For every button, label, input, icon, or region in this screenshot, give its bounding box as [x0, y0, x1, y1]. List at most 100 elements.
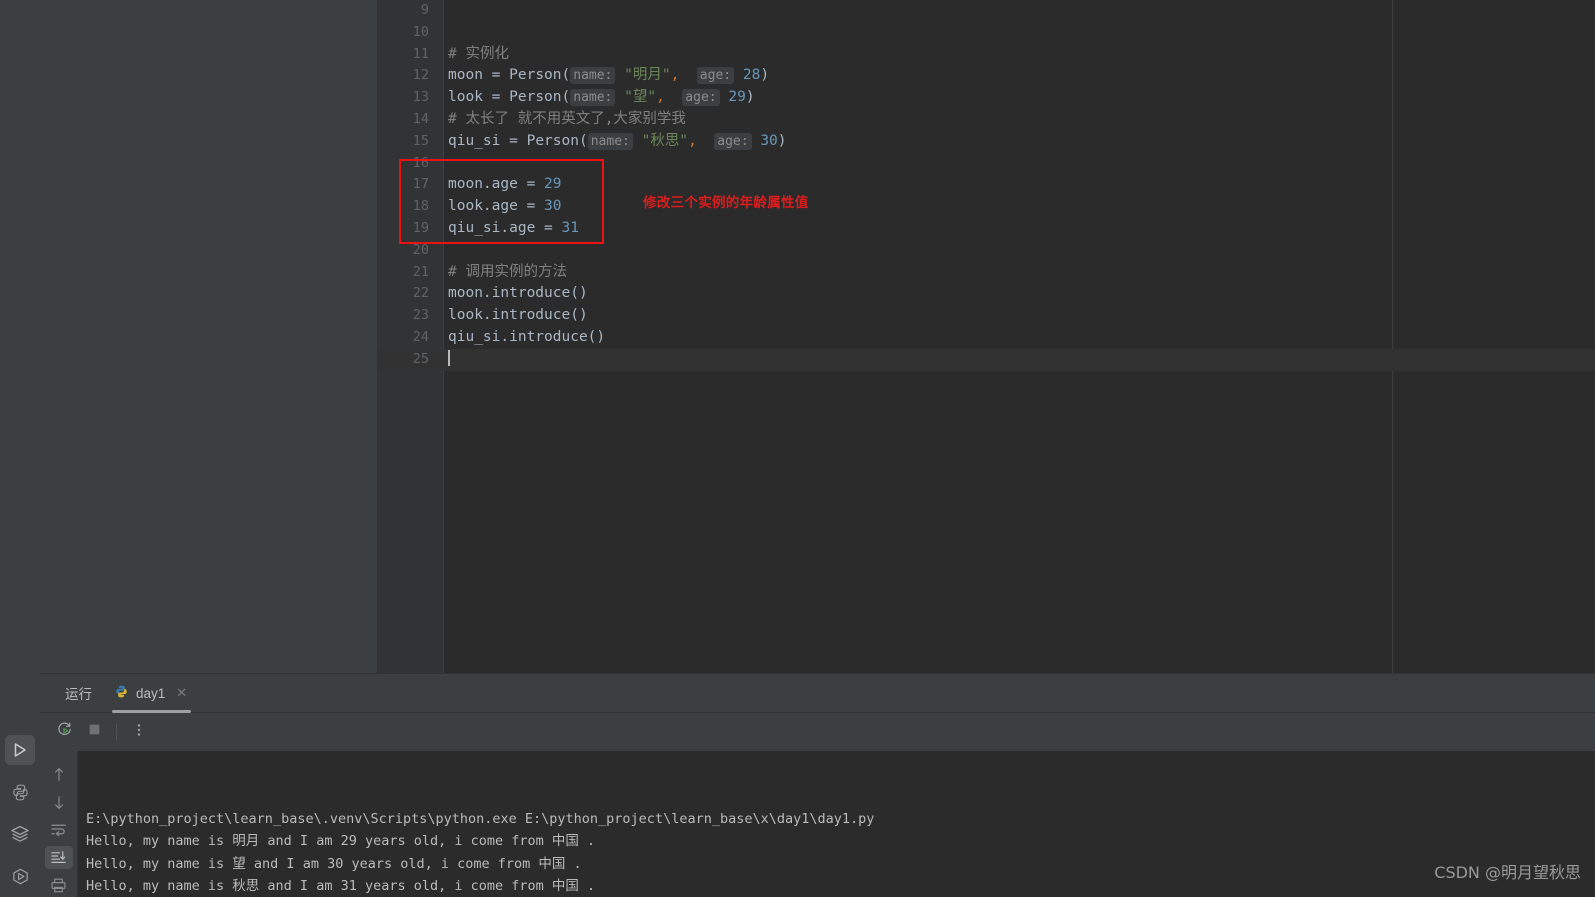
- line-number: 10: [412, 23, 429, 40]
- console-output-line: Hello, my name is 望 and I am 30 years ol…: [86, 855, 582, 872]
- parameter-hint: age:: [714, 132, 752, 150]
- code-token: # 实例化: [448, 45, 509, 62]
- code-line-text: look.introduce(): [448, 305, 588, 327]
- scroll-to-end-icon: [50, 850, 67, 865]
- code-token: Person: [526, 132, 579, 149]
- code-line[interactable]: 11 # 实例化: [378, 44, 1595, 66]
- code-token: qiu_si: [448, 132, 501, 149]
- project-tool-panel[interactable]: [40, 0, 378, 673]
- code-token: 29: [544, 176, 562, 193]
- code-token: =: [535, 219, 562, 236]
- text-caret: [448, 349, 450, 366]
- code-token: 30: [760, 132, 778, 149]
- code-line[interactable]: 13 look = Person(name: "望", age: 29): [378, 87, 1595, 109]
- rail-button-python-console[interactable]: [0, 771, 40, 813]
- code-token: 29: [728, 89, 746, 106]
- scroll-to-end-button[interactable]: [44, 846, 73, 870]
- code-line[interactable]: 10: [378, 22, 1595, 44]
- code-token: ,: [688, 132, 697, 149]
- code-line[interactable]: 14 # 太长了 就不用英文了,大家别学我: [378, 109, 1595, 131]
- code-line[interactable]: 25: [378, 348, 1595, 371]
- more-options-button[interactable]: [125, 718, 153, 746]
- code-lines[interactable]: 9 10 11 # 实例化 12 moon = Person(name: "明月", ag…: [378, 0, 1595, 371]
- console-gutter: [40, 751, 78, 897]
- code-token: =: [482, 67, 510, 84]
- run-tab-label: day1: [136, 685, 166, 701]
- code-line[interactable]: 16: [378, 153, 1595, 175]
- code-line[interactable]: 21 # 调用实例的方法: [378, 262, 1595, 284]
- close-icon[interactable]: ✕: [176, 685, 187, 701]
- code-line[interactable]: 12 moon = Person(name: "明月", age: 28): [378, 65, 1595, 87]
- python-console-icon: [5, 777, 35, 807]
- code-line[interactable]: 22 moon.introduce(): [378, 283, 1595, 305]
- rail-button-services[interactable]: [0, 813, 40, 855]
- code-token: 28: [742, 67, 761, 84]
- code-line[interactable]: 24 qiu_si.introduce(): [378, 327, 1595, 349]
- code-editor[interactable]: 9 10 11 # 实例化 12 moon = Person(name: "明月", ag…: [378, 0, 1595, 673]
- code-line[interactable]: 9: [378, 0, 1595, 22]
- previous-occurrence-button[interactable]: [45, 763, 73, 786]
- python-icon: [114, 684, 129, 702]
- console-output-line: E:\python_project\learn_base\.venv\Scrip…: [86, 810, 875, 827]
- left-tool-rail-bottom-group: [0, 729, 40, 897]
- code-line-text: qiu_si.age = 31: [448, 218, 579, 240]
- next-occurrence-button[interactable]: [45, 791, 73, 814]
- code-token: # 太长了 就不用英文了,大家别学我: [448, 110, 686, 127]
- soft-wrap-button[interactable]: [45, 819, 73, 842]
- code-line-text: qiu_si.introduce(): [448, 327, 605, 349]
- code-line[interactable]: 20: [378, 240, 1595, 262]
- code-token: "明月": [624, 67, 671, 84]
- line-number: 20: [412, 241, 429, 258]
- rail-button-run[interactable]: [0, 729, 40, 771]
- run-icon: [5, 735, 35, 765]
- line-number: 15: [412, 132, 429, 149]
- annotation-label: 修改三个实例的年龄属性值: [643, 195, 809, 211]
- console-output[interactable]: E:\python_project\learn_base\.venv\Scrip…: [78, 751, 1595, 897]
- code-token: ): [745, 89, 755, 106]
- line-number: 21: [412, 263, 429, 280]
- console-output-line: Hello, my name is 秋思 and I am 31 years o…: [86, 878, 596, 895]
- line-number: 9: [420, 2, 429, 18]
- code-token: 30: [544, 198, 562, 215]
- code-token: =: [482, 89, 510, 106]
- code-token: moon: [448, 67, 483, 84]
- code-token: =: [517, 176, 545, 193]
- rail-button-debug[interactable]: [0, 855, 40, 897]
- code-token: (: [561, 67, 571, 84]
- print-button[interactable]: [45, 874, 73, 897]
- services-icon: [5, 819, 35, 849]
- line-number: 12: [412, 67, 429, 84]
- code-token: Person: [509, 67, 562, 84]
- code-line[interactable]: 19 qiu_si.age = 31: [378, 218, 1595, 240]
- code-line-text: moon.age = 29: [448, 174, 562, 196]
- line-number: 22: [412, 285, 429, 302]
- code-token: ): [777, 132, 787, 149]
- code-line[interactable]: 18 look.age = 30: [378, 196, 1595, 218]
- rerun-button[interactable]: [50, 718, 78, 746]
- code-token: ,: [656, 89, 665, 106]
- code-line-text: qiu_si = Person(name: "秋思", age: 30): [448, 131, 787, 153]
- code-token: 31: [561, 219, 579, 236]
- code-line[interactable]: 15 qiu_si = Person(name: "秋思", age: 30): [378, 131, 1595, 153]
- console-body: E:\python_project\learn_base\.venv\Scrip…: [40, 751, 1595, 897]
- run-tool-window: 运行 day1 ✕ E:\python_project\learn_base\.…: [40, 673, 1595, 897]
- parameter-hint: name:: [587, 132, 633, 150]
- code-line[interactable]: 23 look.introduce(): [378, 305, 1595, 327]
- run-tab-day1[interactable]: day1 ✕: [106, 674, 197, 713]
- line-number: 11: [412, 45, 429, 62]
- stop-button[interactable]: [80, 718, 108, 746]
- code-line-text: # 太长了 就不用英文了,大家别学我: [448, 109, 686, 131]
- rerun-icon: [56, 721, 73, 743]
- code-line[interactable]: 17 moon.age = 29: [378, 174, 1595, 196]
- print-icon: [50, 877, 67, 894]
- code-token: =: [500, 132, 527, 149]
- code-line-text: moon.introduce(): [448, 283, 588, 305]
- stop-icon: [87, 722, 102, 742]
- code-token: qiu_si.age: [448, 219, 536, 236]
- parameter-hint: name:: [570, 89, 616, 107]
- code-token: moon.introduce(): [448, 285, 588, 302]
